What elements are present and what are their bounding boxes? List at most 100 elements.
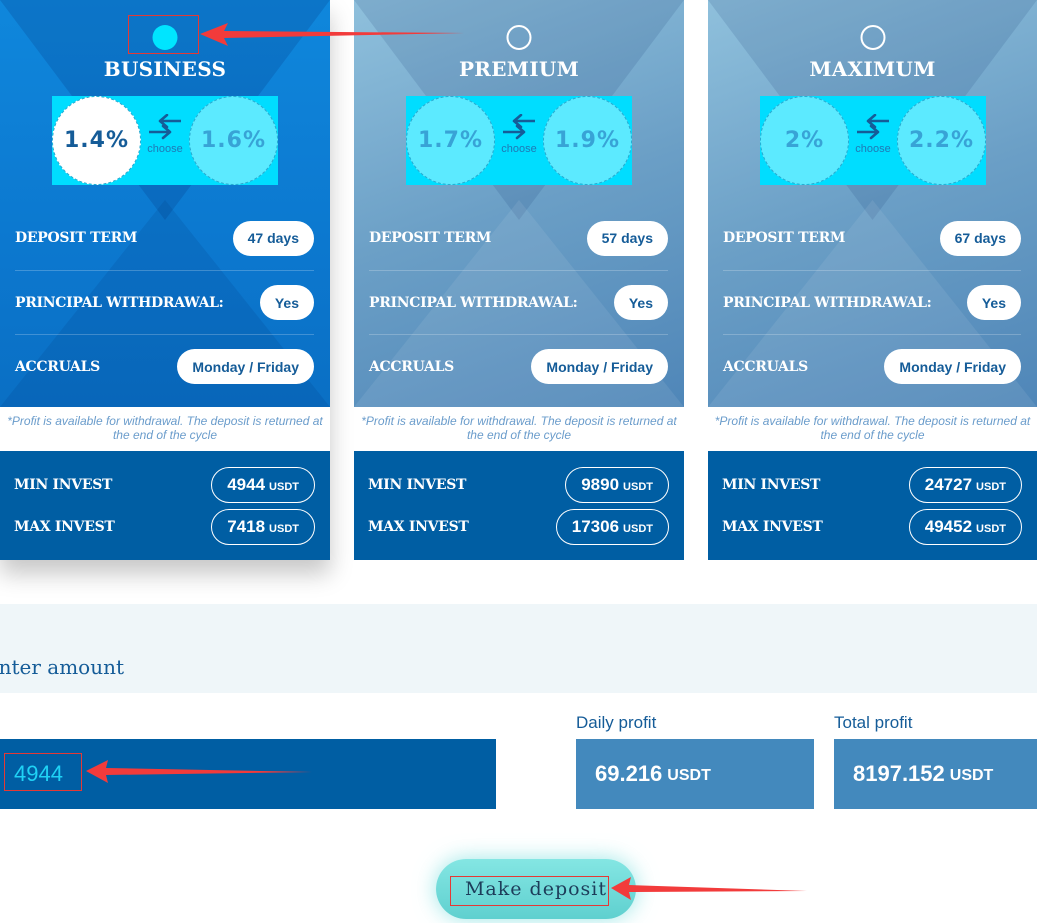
plan-row-deposit-term: DEPOSIT TERM 57 days: [369, 206, 668, 270]
min-invest-value: 24727 USDT: [908, 467, 1022, 503]
plan-card-premium[interactable]: PREMIUM 1.7% choose 1.9% DEPOSIT TERM 57…: [354, 0, 684, 560]
min-invest-value: 4944 USDT: [211, 467, 315, 503]
plan-row-deposit-term: DEPOSIT TERM 47 days: [15, 206, 314, 270]
max-invest-value: 17306 USDT: [555, 509, 669, 545]
row-label: DEPOSIT TERM: [369, 230, 492, 246]
amount-input[interactable]: [0, 739, 496, 809]
row-value: Monday / Friday: [177, 349, 314, 384]
min-invest-row: MIN INVEST 4944 USDT: [14, 467, 315, 503]
amount: 17306: [571, 517, 620, 536]
invest-limits: MIN INVEST 9890 USDT MAX INVEST 17306 US…: [354, 451, 684, 560]
amount: 4944: [227, 475, 266, 494]
total-profit-value: 8197.152: [853, 761, 945, 786]
amount: 7418: [227, 517, 266, 536]
rate-option[interactable]: 1.9%: [543, 96, 632, 185]
annotation-arrow-icon: [611, 877, 807, 900]
invest-limits: MIN INVEST 4944 USDT MAX INVEST 7418 USD…: [0, 451, 330, 560]
rate-selector: 1.7% choose 1.9%: [406, 96, 632, 185]
plan-name: MAXIMUM: [809, 57, 936, 81]
max-invest-row: MAX INVEST 17306 USDT: [368, 509, 669, 545]
min-invest-row: MIN INVEST 9890 USDT: [368, 467, 669, 503]
plan-row-deposit-term: DEPOSIT TERM 67 days: [723, 206, 1021, 270]
daily-profit-box: 69.216 USDT: [576, 739, 814, 809]
row-label: ACCRUALS: [15, 358, 100, 375]
currency-unit: USDT: [623, 523, 653, 535]
row-value: Monday / Friday: [884, 349, 1021, 384]
plan-name: BUSINESS: [103, 57, 227, 81]
row-value: Yes: [613, 285, 668, 320]
rate-swap[interactable]: choose: [499, 114, 539, 155]
plan-card-header: PREMIUM 1.7% choose 1.9% DEPOSIT TERM 57…: [354, 0, 684, 407]
plan-radio-button[interactable]: [506, 25, 532, 50]
total-profit-box: 8197.152 USDT: [834, 739, 1037, 809]
min-invest-label: MIN INVEST: [14, 477, 113, 493]
currency-unit: USDT: [976, 523, 1006, 535]
daily-profit-label: Daily profit: [576, 713, 657, 732]
plan-row-principal-withdrawal: PRINCIPAL WITHDRAWAL: Yes: [369, 270, 668, 334]
plan-row-accruals: ACCRUALS Monday / Friday: [369, 334, 668, 398]
choose-label: choose: [501, 143, 537, 155]
row-label: DEPOSIT TERM: [15, 230, 138, 246]
row-value: 47 days: [232, 220, 314, 256]
min-invest-label: MIN INVEST: [722, 477, 821, 493]
currency-unit: USDT: [667, 766, 711, 784]
row-label: ACCRUALS: [369, 358, 454, 375]
make-deposit-button[interactable]: Make deposit: [436, 859, 636, 919]
max-invest-value: 49452 USDT: [908, 509, 1022, 545]
rate-option[interactable]: 1.7%: [406, 96, 495, 185]
plan-note: *Profit is available for withdrawal. The…: [354, 407, 684, 451]
row-value: Yes: [259, 285, 314, 320]
min-invest-row: MIN INVEST 24727 USDT: [722, 467, 1022, 503]
total-profit-label: Total profit: [834, 713, 913, 732]
plan-name: PREMIUM: [458, 57, 580, 81]
amount-section-header: Enter amount: [0, 604, 1037, 693]
rate-option[interactable]: 2%: [760, 96, 849, 185]
rate-selector: 2% choose 2.2%: [760, 96, 986, 185]
rate-selector: 1.4% choose 1.6%: [52, 96, 278, 185]
plan-card-maximum[interactable]: MAXIMUM 2% choose 2.2% DEPOSIT TERM 67 d…: [708, 0, 1037, 560]
max-invest-label: MAX INVEST: [14, 519, 115, 535]
swap-arrows-icon: [857, 114, 889, 140]
row-label: PRINCIPAL WITHDRAWAL:: [15, 294, 224, 311]
plan-row-accruals: ACCRUALS Monday / Friday: [15, 334, 314, 398]
amount-title: Enter amount: [0, 655, 124, 679]
row-label: ACCRUALS: [723, 358, 808, 375]
row-value: 57 days: [586, 220, 668, 256]
plan-radio-button[interactable]: [860, 25, 885, 50]
row-value: 67 days: [939, 220, 1021, 256]
choose-label: choose: [855, 143, 891, 155]
amount: 24727: [924, 475, 973, 494]
max-invest-row: MAX INVEST 49452 USDT: [722, 509, 1022, 545]
amount: 49452: [924, 517, 973, 536]
amount: 9890: [581, 475, 620, 494]
currency-unit: USDT: [269, 523, 299, 535]
row-label: PRINCIPAL WITHDRAWAL:: [723, 294, 932, 311]
currency-unit: USDT: [976, 481, 1006, 493]
rate-swap[interactable]: choose: [145, 114, 185, 155]
min-invest-value: 9890 USDT: [565, 467, 669, 503]
currency-unit: USDT: [949, 766, 994, 784]
plan-card-header: MAXIMUM 2% choose 2.2% DEPOSIT TERM 67 d…: [708, 0, 1037, 407]
rate-swap[interactable]: choose: [853, 114, 893, 155]
currency-unit: USDT: [269, 481, 299, 493]
plan-card-header: BUSINESS 1.4% choose 1.6% DEPOSIT TERM 4…: [0, 0, 330, 407]
max-invest-row: MAX INVEST 7418 USDT: [14, 509, 315, 545]
plan-row-principal-withdrawal: PRINCIPAL WITHDRAWAL: Yes: [723, 270, 1021, 334]
choose-label: choose: [147, 143, 183, 155]
swap-arrows-icon: [503, 114, 535, 140]
currency-unit: USDT: [623, 481, 653, 493]
plan-row-principal-withdrawal: PRINCIPAL WITHDRAWAL: Yes: [15, 270, 314, 334]
rate-option[interactable]: 1.6%: [189, 96, 278, 185]
rate-option[interactable]: 1.4%: [52, 96, 141, 185]
row-label: DEPOSIT TERM: [723, 230, 846, 246]
plan-radio-button[interactable]: [152, 25, 178, 50]
row-label: PRINCIPAL WITHDRAWAL:: [369, 294, 578, 311]
rate-option[interactable]: 2.2%: [897, 96, 986, 185]
plan-card-business[interactable]: BUSINESS 1.4% choose 1.6% DEPOSIT TERM 4…: [0, 0, 330, 560]
max-invest-value: 7418 USDT: [211, 509, 315, 545]
max-invest-label: MAX INVEST: [368, 519, 469, 535]
invest-limits: MIN INVEST 24727 USDT MAX INVEST 49452 U…: [708, 451, 1037, 560]
daily-profit-value: 69.216: [595, 761, 663, 786]
min-invest-label: MIN INVEST: [368, 477, 467, 493]
row-value: Monday / Friday: [531, 349, 668, 384]
